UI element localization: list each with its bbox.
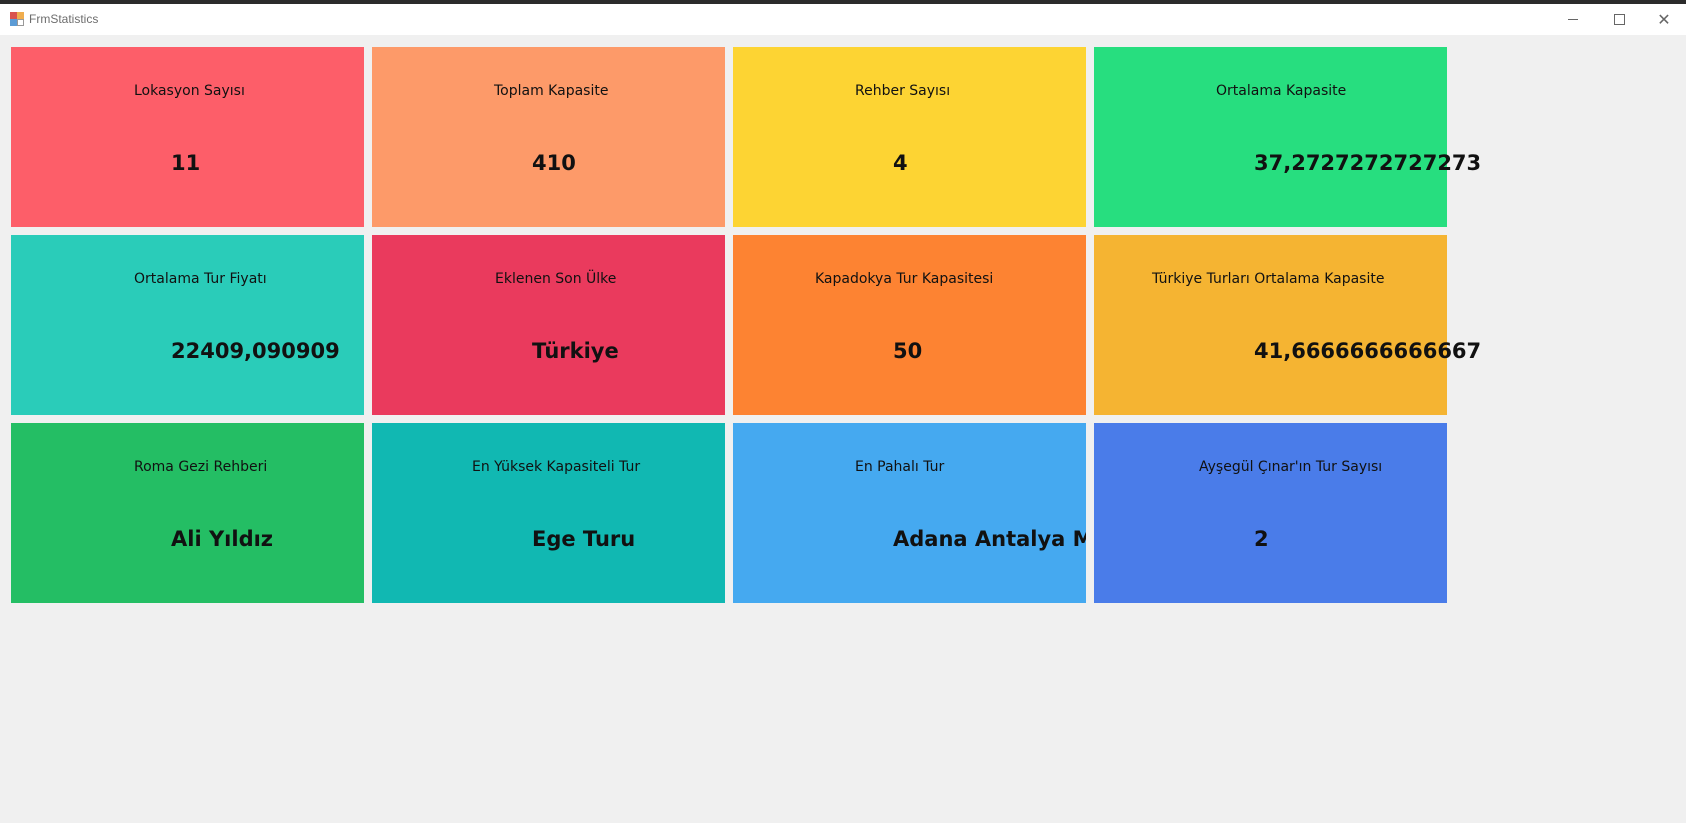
tile-turkiye-turlari-ortalama-kapasite: Türkiye Turları Ortalama Kapasite 41,666… <box>1094 235 1481 415</box>
close-icon: ✕ <box>1657 9 1671 29</box>
tile-label: En Pahalı Tur <box>855 459 945 475</box>
tile-label: Toplam Kapasite <box>494 83 609 99</box>
tile-rehber-sayisi: Rehber Sayısı 4 <box>733 47 1086 227</box>
tile-en-pahali-tur: En Pahalı Tur Adana Antalya Mersin Turu <box>733 423 1086 603</box>
tile-ortalama-tur-fiyati: Ortalama Tur Fiyatı 22409,090909 <box>11 235 364 415</box>
window-title: FrmStatistics <box>29 12 99 26</box>
tile-value: 410 <box>532 151 576 175</box>
window-titlebar: FrmStatistics ✕ <box>0 4 1686 35</box>
tile-label: Kapadokya Tur Kapasitesi <box>815 271 994 287</box>
tile-value: Adana Antalya Mersin Turu <box>893 527 1086 551</box>
tile-toplam-kapasite: Toplam Kapasite 410 <box>372 47 725 227</box>
tile-label: Rehber Sayısı <box>855 83 951 99</box>
tile-eklenen-son-ulke: Eklenen Son Ülke Türkiye <box>372 235 725 415</box>
close-button[interactable]: ✕ <box>1641 4 1686 35</box>
tile-label: Ayşegül Çınar'ın Tur Sayısı <box>1199 459 1383 475</box>
tile-aysegul-cinar-tur-sayisi: Ayşegül Çınar'ın Tur Sayısı 2 <box>1094 423 1447 603</box>
tile-value: 4 <box>893 151 908 175</box>
tile-value: Türkiye <box>532 339 619 363</box>
tile-en-yuksek-kapasiteli-tur: En Yüksek Kapasiteli Tur Ege Turu <box>372 423 725 603</box>
minimize-button[interactable] <box>1550 4 1596 35</box>
maximize-button[interactable] <box>1596 4 1642 35</box>
tile-label: En Yüksek Kapasiteli Tur <box>472 459 641 475</box>
app-icon <box>10 12 24 26</box>
tile-label: Lokasyon Sayısı <box>134 83 245 99</box>
tile-value: Ege Turu <box>532 527 636 551</box>
tile-value: Ali Yıldız <box>171 527 274 551</box>
tile-value: 22409,090909 <box>171 339 340 363</box>
tile-label: Roma Gezi Rehberi <box>134 459 268 475</box>
tile-roma-gezi-rehberi: Roma Gezi Rehberi Ali Yıldız <box>11 423 364 603</box>
tile-label: Ortalama Tur Fiyatı <box>134 271 267 287</box>
tile-value: 11 <box>171 151 201 175</box>
tile-value: 50 <box>893 339 923 363</box>
maximize-icon <box>1613 14 1625 25</box>
tile-label: Ortalama Kapasite <box>1216 83 1347 99</box>
tile-lokasyon-sayisi: Lokasyon Sayısı 11 <box>11 47 364 227</box>
tile-label: Eklenen Son Ülke <box>495 271 617 287</box>
tile-label: Türkiye Turları Ortalama Kapasite <box>1152 271 1385 287</box>
tile-ortalama-kapasite: Ortalama Kapasite 37,2727272727273 <box>1094 47 1481 227</box>
tile-kapadokya-tur-kapasitesi: Kapadokya Tur Kapasitesi 50 <box>733 235 1086 415</box>
tile-value: 37,2727272727273 <box>1254 151 1482 175</box>
tile-value: 2 <box>1254 527 1269 551</box>
minimize-icon <box>1568 19 1578 20</box>
tile-value: 41,6666666666667 <box>1254 339 1482 363</box>
